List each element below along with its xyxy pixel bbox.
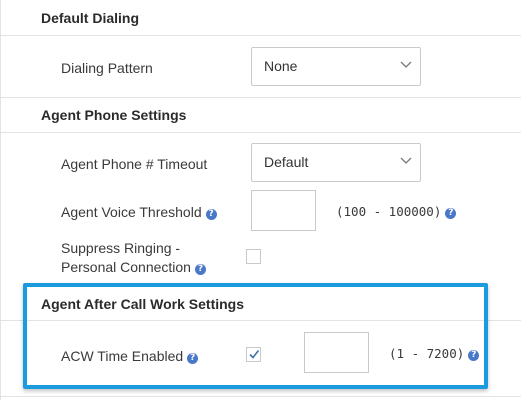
dialing-pattern-select[interactable]: None [251, 47, 421, 86]
info-icon[interactable]: ? [194, 264, 206, 275]
info-icon[interactable]: ? [445, 208, 457, 219]
section-title-acw-settings: Agent After Call Work Settings [41, 296, 245, 312]
acw-time-checkbox[interactable] [246, 347, 261, 362]
suppress-ringing-label-line1: Suppress Ringing - [61, 240, 181, 256]
voice-threshold-range: (100 - 100000)? [336, 204, 457, 219]
voice-threshold-input[interactable] [251, 190, 316, 231]
section-title-default-dialing: Default Dialing [41, 10, 140, 26]
divider [0, 320, 521, 321]
info-icon[interactable]: ? [468, 350, 480, 361]
section-title-agent-phone-settings: Agent Phone Settings [41, 107, 187, 123]
divider [0, 35, 521, 36]
info-icon[interactable]: ? [205, 209, 217, 220]
divider [0, 132, 521, 133]
acw-time-range-text: (1 - 7200) [389, 346, 465, 361]
divider [0, 396, 521, 397]
acw-time-label: ACW Time Enabled [61, 348, 184, 364]
acw-time-input[interactable] [304, 332, 369, 373]
voice-threshold-label-row: Agent Voice Threshold? [61, 203, 217, 221]
voice-threshold-label: Agent Voice Threshold [61, 204, 202, 220]
phone-timeout-value: Default [264, 154, 309, 170]
phone-timeout-label: Agent Phone # Timeout [61, 156, 208, 172]
voice-threshold-range-text: (100 - 100000) [336, 204, 442, 219]
suppress-ringing-label-row: Personal Connection? [61, 258, 206, 276]
suppress-ringing-label-line2: Personal Connection [61, 259, 191, 275]
suppress-ringing-checkbox[interactable] [246, 249, 261, 264]
info-icon[interactable]: ? [187, 353, 199, 364]
phone-timeout-select[interactable]: Default [251, 143, 421, 182]
checkmark-icon [249, 350, 260, 359]
chevron-down-icon [400, 61, 412, 68]
dialing-pattern-value: None [264, 58, 298, 74]
acw-time-label-row: ACW Time Enabled? [61, 347, 199, 365]
dialing-pattern-label: Dialing Pattern [61, 60, 153, 76]
left-border [0, 0, 1, 400]
acw-time-range: (1 - 7200)? [389, 346, 480, 361]
chevron-down-icon [400, 157, 412, 164]
divider [0, 97, 521, 98]
